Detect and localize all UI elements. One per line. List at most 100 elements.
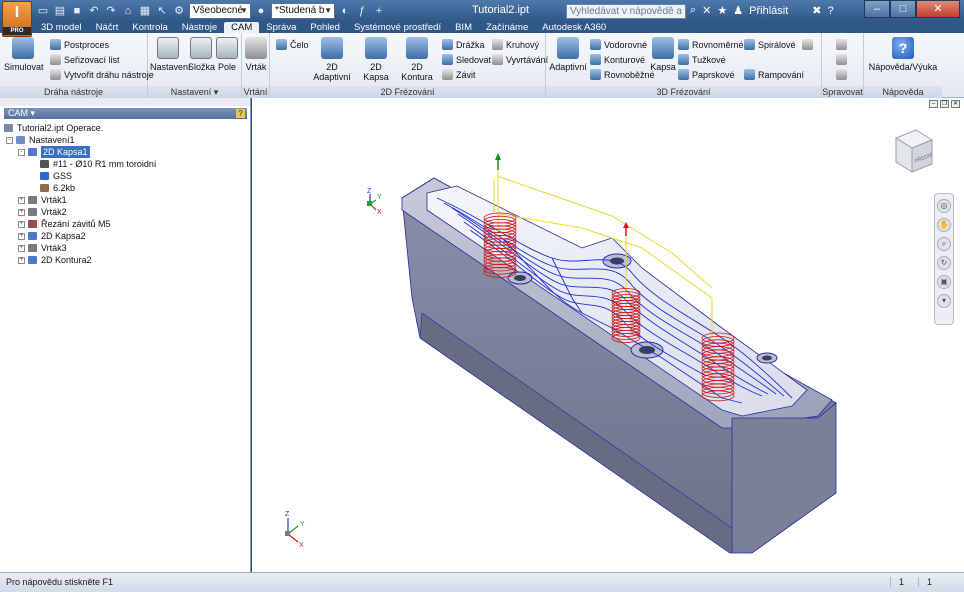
parallel-button[interactable]: Rovnoběžné: [590, 69, 655, 80]
tree-node[interactable]: #11 - Ø10 R1 mm toroidní: [4, 158, 247, 170]
contour-3d-button[interactable]: Konturové: [590, 54, 645, 65]
help-tutorial-button[interactable]: ? Nápověda/Výuka: [866, 37, 940, 72]
graphics-viewport[interactable]: – ❐ ✕ Z Y X Z Y X PŘEDNÍ ◎ ✋ ⌕ ↻ ▣ ▾: [252, 98, 964, 572]
maximize-icon[interactable]: □: [890, 0, 916, 18]
tab-11[interactable]: Autodesk A360: [535, 22, 613, 33]
new-icon[interactable]: ▭: [36, 4, 50, 18]
expand-icon[interactable]: +: [18, 233, 25, 240]
tree-node[interactable]: - 2D Kapsa1: [4, 146, 247, 158]
2d-adaptive-button[interactable]: 2D Adaptivní: [308, 37, 356, 82]
horizontal-button[interactable]: Vodorovné: [590, 39, 647, 50]
undo-icon[interactable]: ↶: [87, 4, 101, 18]
expand-icon[interactable]: +: [18, 245, 25, 252]
drill-button[interactable]: Vrták: [244, 37, 268, 72]
app-logo-button[interactable]: I PRO: [2, 1, 32, 37]
setup-sheet-button[interactable]: Seřizovací list: [50, 54, 120, 65]
face-button[interactable]: Čelo: [276, 39, 309, 50]
tree-node[interactable]: + Řezání závitů M5: [4, 218, 247, 230]
slot-button[interactable]: Drážka: [442, 39, 485, 50]
expand-icon[interactable]: +: [18, 197, 25, 204]
tab-2[interactable]: Náčrt: [89, 22, 126, 33]
plus-icon[interactable]: +: [372, 4, 386, 18]
tab-7[interactable]: Pohled: [303, 22, 347, 33]
signin-link[interactable]: Přihlásit: [749, 5, 788, 17]
thread-button[interactable]: Závit: [442, 69, 476, 80]
model-canvas[interactable]: Z Y X Z Y X: [252, 98, 964, 572]
panel-title-setup[interactable]: Nastavení ▾: [148, 86, 241, 98]
bore-button[interactable]: Vyvrtávání: [492, 54, 548, 65]
tree-node[interactable]: Tutorial2.ipt Operace.: [4, 122, 247, 134]
tab-9[interactable]: BIM: [448, 22, 479, 33]
browser-tab-cam[interactable]: CAM ▾ ?: [4, 108, 247, 119]
collapse-icon[interactable]: -: [18, 149, 25, 156]
manage-button-1[interactable]: [836, 39, 847, 50]
material-combo[interactable]: *Studená b ▼: [271, 3, 335, 19]
navbar-more-icon[interactable]: ▾: [937, 294, 951, 308]
exchange-icon[interactable]: ✖: [812, 4, 821, 17]
manage-button-2[interactable]: [836, 54, 847, 65]
open-icon[interactable]: ▤: [53, 4, 67, 18]
tab-5[interactable]: CAM: [224, 22, 260, 33]
redo-icon[interactable]: ↷: [104, 4, 118, 18]
tree-node[interactable]: + Vrták1: [4, 194, 247, 206]
orbit-icon[interactable]: ↻: [937, 256, 951, 270]
expand-icon[interactable]: +: [18, 221, 25, 228]
tree-node[interactable]: - Nastavení1: [4, 134, 247, 146]
binoculars-icon[interactable]: ⌕: [690, 4, 696, 17]
3d-adaptive-button[interactable]: Adaptivní: [548, 37, 588, 72]
radial-button[interactable]: Paprskové: [678, 69, 735, 80]
tree-node[interactable]: +2D Kontura2: [4, 254, 247, 266]
tab-8[interactable]: Systémové prostředí: [347, 22, 448, 33]
tree-node[interactable]: + Vrták2: [4, 206, 247, 218]
viewcube[interactable]: PŘEDNÍ: [892, 128, 936, 180]
collapse-icon[interactable]: -: [6, 137, 13, 144]
pencil-button[interactable]: Tužkové: [678, 54, 726, 65]
home-icon[interactable]: ⌂: [121, 4, 135, 18]
browser-help-icon[interactable]: ?: [236, 109, 245, 118]
star-icon[interactable]: ★: [717, 4, 727, 17]
expand-icon[interactable]: +: [18, 209, 25, 216]
fx-icon[interactable]: ƒ: [355, 4, 369, 18]
tab-6[interactable]: Správa: [259, 22, 303, 33]
folder-button[interactable]: Složka: [188, 37, 215, 72]
generate-toolpath-button[interactable]: Vytvořit dráhu nástroje: [50, 69, 154, 80]
postprocess-button[interactable]: Postproces: [50, 39, 109, 50]
pan-icon[interactable]: ✋: [937, 218, 951, 232]
2d-pocket-button[interactable]: 2D Kapsa: [358, 37, 394, 82]
pattern-button[interactable]: Pole: [216, 37, 238, 72]
tab-3[interactable]: Kontrola: [125, 22, 174, 33]
scallop-button[interactable]: Rovnoměrné: [678, 39, 744, 50]
tab-4[interactable]: Nástroje: [175, 22, 224, 33]
minimize-icon[interactable]: –: [864, 0, 890, 18]
appearance-combo[interactable]: Všeobecné ▼: [189, 3, 251, 19]
circular-button[interactable]: Kruhový: [492, 39, 539, 50]
tree-node[interactable]: +2D Kapsa2: [4, 230, 247, 242]
select-icon[interactable]: ↖: [155, 4, 169, 18]
2d-contour-button[interactable]: 2D Kontura: [396, 37, 438, 82]
part-body[interactable]: [401, 177, 837, 554]
zoom-icon[interactable]: ⌕: [937, 237, 951, 251]
trace-button[interactable]: Sledovat: [442, 54, 491, 65]
manage-button-3[interactable]: [836, 69, 847, 80]
tree-node[interactable]: 6.2kb: [4, 182, 247, 194]
look-at-icon[interactable]: ▣: [937, 275, 951, 289]
expand-icon[interactable]: +: [18, 257, 25, 264]
simulate-button[interactable]: Simulovat: [4, 37, 44, 72]
ramp-button[interactable]: Rampování: [744, 69, 804, 80]
color-icon[interactable]: ●: [254, 4, 268, 18]
help-icon[interactable]: ?: [827, 5, 833, 17]
setup-button[interactable]: Nastavení: [150, 37, 191, 72]
help-search-input[interactable]: Vyhledávat v nápovědě a příkaze: [566, 4, 686, 19]
3d-pocket-button[interactable]: Kapsa: [650, 37, 676, 72]
tree-node[interactable]: + Vrták3: [4, 242, 247, 254]
extra-3d-button[interactable]: [802, 39, 813, 50]
tree-node[interactable]: GSS: [4, 170, 247, 182]
subscription-icon[interactable]: ✕: [702, 4, 711, 17]
update-icon[interactable]: ⚙: [172, 4, 186, 18]
close-icon[interactable]: ✕: [916, 0, 960, 18]
tab-1[interactable]: 3D model: [34, 22, 89, 33]
user-icon[interactable]: ♟: [733, 4, 743, 17]
tab-10[interactable]: Začínáme: [479, 22, 535, 33]
save-icon[interactable]: ■: [70, 4, 84, 18]
appearance-icon[interactable]: ◐: [338, 4, 352, 18]
